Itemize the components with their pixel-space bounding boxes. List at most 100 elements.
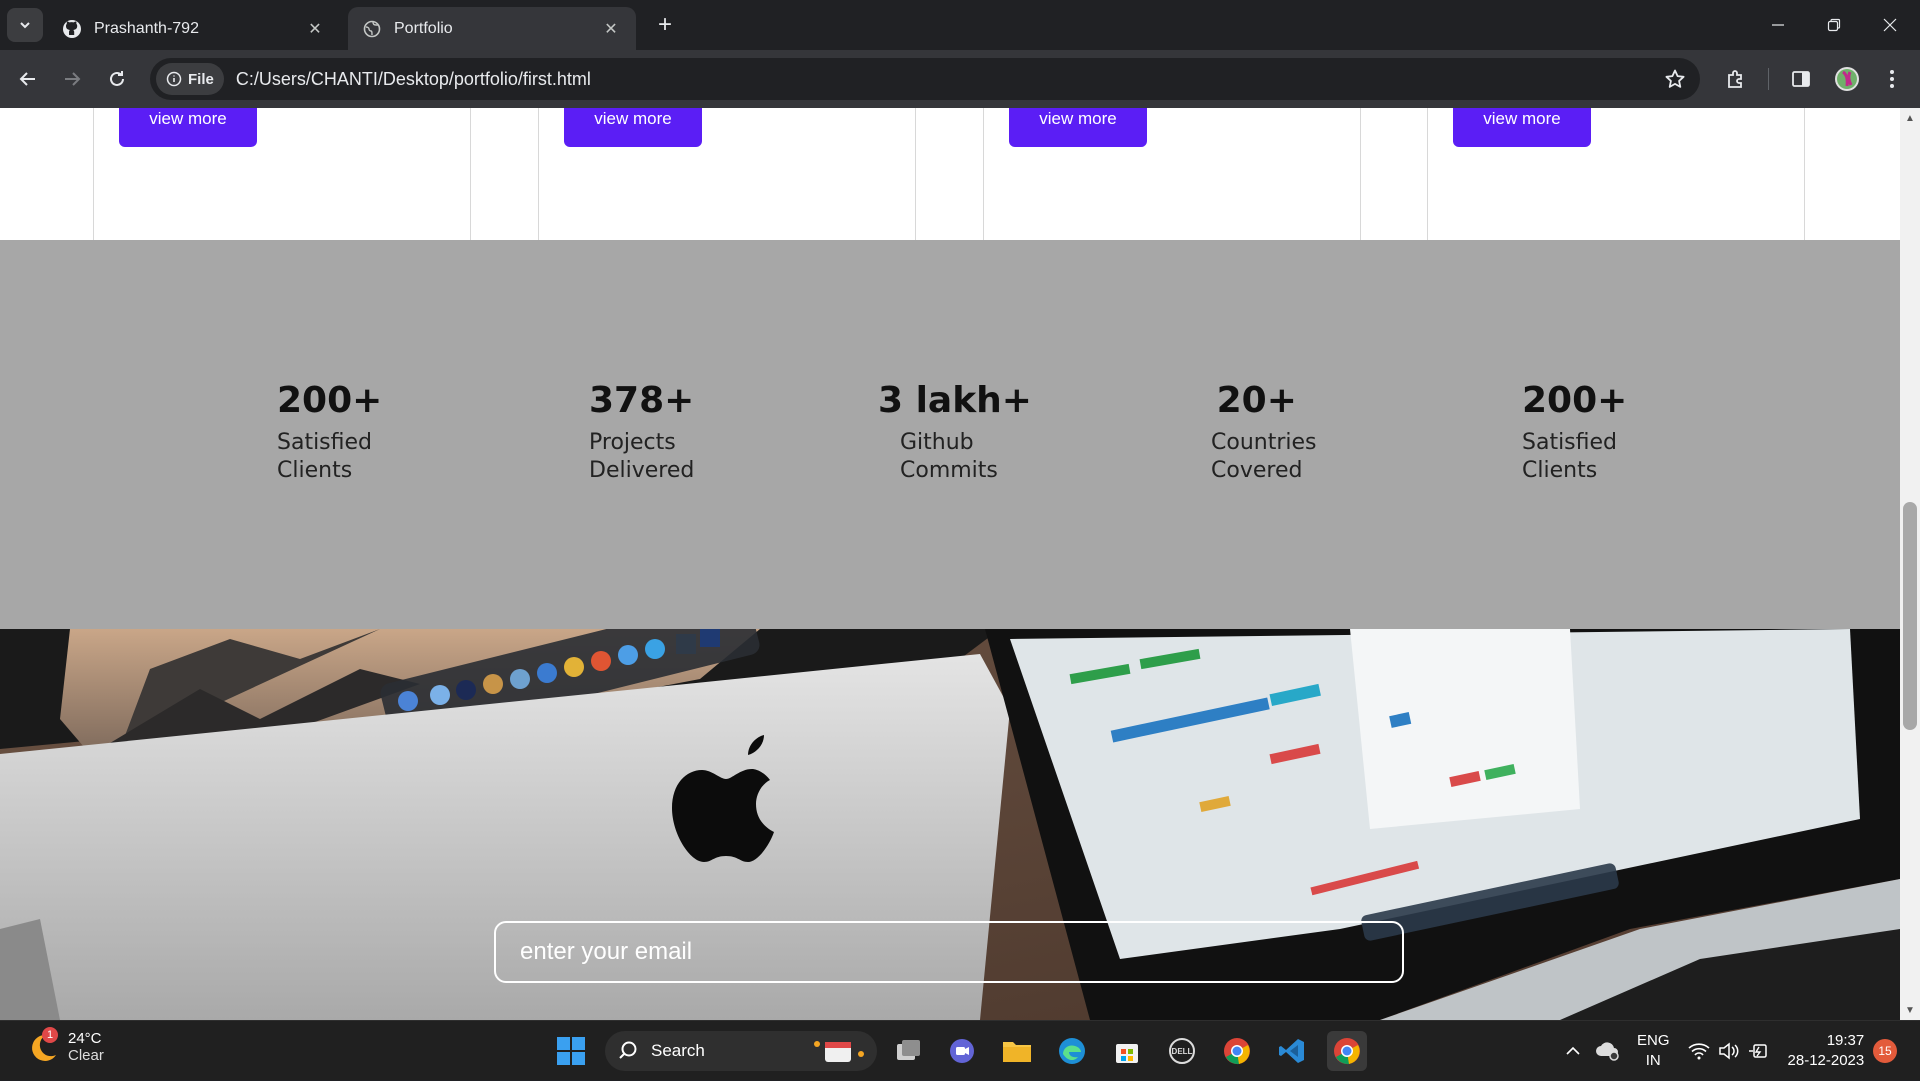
stat-value: 378+ (589, 380, 695, 421)
windows-logo-icon (557, 1037, 585, 1065)
stat-block: 378+ Projects Delivered (589, 380, 694, 485)
bookmark-button[interactable] (1664, 68, 1686, 95)
stat-label: Satisfied Clients (277, 430, 373, 483)
back-button[interactable] (12, 63, 44, 95)
close-icon (1883, 18, 1897, 32)
extensions-button[interactable] (1720, 63, 1752, 95)
restore-button[interactable] (1806, 0, 1862, 50)
folder-icon (1003, 1042, 1031, 1062)
newsletter-hero-image (0, 629, 1900, 1020)
stat-block: 20+ Countries Covered (1211, 380, 1317, 485)
vertical-scrollbar[interactable]: ▲ ▼ (1900, 108, 1920, 1020)
stat-value: 3 lakh+ (878, 380, 1032, 421)
chevron-up-icon[interactable] (1565, 1043, 1581, 1059)
stat-label: Github Commits (900, 430, 998, 483)
weather-condition: Clear (68, 1047, 104, 1064)
close-tab-icon[interactable]: ✕ (304, 18, 326, 40)
tab-title: Prashanth-792 (94, 19, 199, 37)
search-icon (619, 1041, 637, 1059)
star-icon (1665, 69, 1685, 88)
more-vertical-icon (1890, 70, 1894, 88)
arrow-left-icon (19, 72, 35, 86)
close-window-button[interactable] (1862, 0, 1918, 50)
tab-github[interactable]: Prashanth-792 ✕ (48, 7, 340, 50)
close-tab-icon[interactable]: ✕ (600, 18, 622, 40)
onedrive-cloud-icon[interactable] (1595, 1040, 1621, 1062)
stat-label: Satisfied Clients (1522, 430, 1618, 483)
svg-text:DELL: DELL (1172, 1047, 1193, 1056)
new-tab-button[interactable]: + (650, 10, 680, 40)
weather-badge: 1 (42, 1027, 58, 1043)
teams-chat-button[interactable] (942, 1031, 982, 1071)
tab-portfolio[interactable]: Portfolio ✕ (348, 7, 636, 50)
stat-value: 20+ (1216, 380, 1297, 421)
menu-button[interactable] (1876, 63, 1908, 95)
view-more-button[interactable]: view more (1453, 108, 1591, 147)
windows-taskbar: 1 24°C Clear Search DELL ENG IN 19:37 28… (0, 1020, 1920, 1080)
stat-label: Countries Covered (1211, 430, 1317, 483)
start-button[interactable] (551, 1031, 591, 1071)
stats-section: 200+ Satisfied Clients 378+ Projects Deliv… (0, 240, 1900, 630)
scroll-down-icon[interactable]: ▼ (1900, 1002, 1920, 1018)
weather-widget[interactable]: 1 24°C Clear (24, 1027, 104, 1065)
scrollbar-thumb[interactable] (1903, 502, 1917, 730)
stat-value: 200+ (277, 380, 383, 421)
chrome-active-button[interactable] (1327, 1031, 1367, 1071)
notification-badge[interactable]: 15 (1873, 1039, 1897, 1063)
taskbar-search[interactable]: Search (605, 1031, 877, 1071)
github-icon (62, 19, 82, 39)
email-input[interactable] (494, 921, 1404, 983)
profile-avatar[interactable] (1831, 63, 1863, 95)
globe-icon (362, 19, 382, 39)
view-more-button[interactable]: view more (119, 108, 257, 147)
holiday-calendar-icon (814, 1041, 864, 1062)
scroll-up-icon[interactable]: ▲ (1900, 110, 1920, 126)
tab-title: Portfolio (394, 19, 453, 37)
view-more-button[interactable]: view more (564, 108, 702, 147)
chrome-icon (1334, 1038, 1360, 1065)
store-icon (1116, 1044, 1138, 1063)
chrome-button[interactable] (1217, 1031, 1257, 1071)
volume-icon[interactable] (1718, 1042, 1740, 1060)
url-text[interactable]: C:/Users/CHANTI/Desktop/portfolio/first.… (236, 69, 591, 90)
vscode-icon (1279, 1039, 1304, 1063)
page-viewport: view more view more view more view more … (0, 108, 1920, 1020)
vscode-button[interactable] (1272, 1031, 1312, 1071)
reload-icon (110, 71, 124, 86)
task-view-button[interactable] (888, 1031, 928, 1071)
arrow-right-icon (65, 72, 81, 86)
dell-button[interactable]: DELL (1162, 1031, 1202, 1071)
wifi-icon[interactable] (1687, 1042, 1710, 1060)
file-label: File (188, 70, 214, 88)
reload-button[interactable] (101, 63, 133, 95)
file-explorer-button[interactable] (997, 1031, 1037, 1071)
store-button[interactable] (1107, 1031, 1147, 1071)
tab-search-button[interactable] (7, 8, 43, 42)
toolbar-divider (1768, 68, 1769, 90)
clock[interactable]: 19:37 28-12-2023 (1788, 1031, 1865, 1071)
chrome-icon (1224, 1038, 1250, 1065)
forward-button[interactable] (56, 63, 88, 95)
side-panel-button[interactable] (1785, 63, 1817, 95)
clock-date: 28-12-2023 (1787, 1052, 1865, 1069)
battery-icon[interactable] (1748, 1042, 1770, 1060)
stat-block: 3 lakh+ Github Commits (878, 380, 1032, 485)
address-bar[interactable]: File C:/Users/CHANTI/Desktop/portfolio/f… (150, 58, 1700, 100)
minimize-button[interactable] (1750, 0, 1806, 50)
view-more-button[interactable]: view more (1009, 108, 1147, 147)
chevron-down-icon (20, 22, 30, 29)
stat-block: 200+ Satisfied Clients (1522, 380, 1627, 485)
dell-icon: DELL (1169, 1038, 1195, 1064)
side-panel-icon (1792, 71, 1810, 87)
avatar-icon (1835, 67, 1859, 91)
restore-icon (1827, 18, 1841, 32)
search-label: Search (651, 1041, 705, 1060)
language-indicator[interactable]: ENG IN (1637, 1031, 1670, 1071)
projects-section: view more view more view more view more (0, 108, 1900, 274)
moon-icon: 1 (24, 1027, 60, 1065)
stat-value: 200+ (1522, 380, 1628, 421)
edge-button[interactable] (1052, 1031, 1092, 1071)
minimize-icon (1772, 24, 1784, 26)
site-info-chip[interactable]: File (156, 63, 224, 95)
puzzle-icon (1728, 70, 1742, 88)
